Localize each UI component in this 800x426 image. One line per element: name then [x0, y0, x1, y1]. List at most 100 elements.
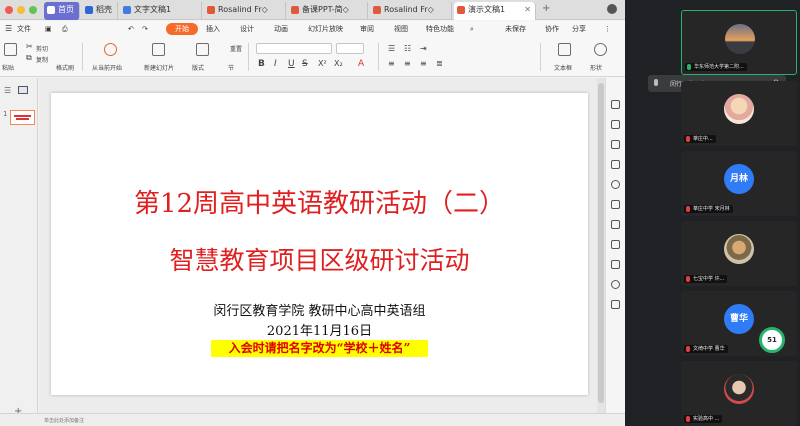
- collaborate-button[interactable]: 协作: [545, 23, 559, 35]
- expand-icon[interactable]: [611, 300, 620, 309]
- unsaved-status[interactable]: 未保存: [505, 23, 526, 35]
- menu-animation[interactable]: 动画: [274, 23, 288, 35]
- textbox-label[interactable]: 文本框: [554, 63, 572, 72]
- ppt-doc-icon: [457, 6, 465, 14]
- bullets-icon[interactable]: ☰: [388, 44, 395, 53]
- comment-icon[interactable]: [611, 200, 620, 209]
- tab-document[interactable]: 文字文稿1: [120, 2, 202, 20]
- notes-placeholder[interactable]: 单击此处添加备注: [44, 417, 84, 424]
- tab-rosalind-2[interactable]: Rosalind Fr◇: [370, 2, 452, 20]
- transition-icon[interactable]: [611, 260, 620, 269]
- superscript-icon[interactable]: X²: [318, 59, 327, 68]
- scrollbar-thumb[interactable]: [598, 83, 604, 403]
- start-from-current-label[interactable]: 从当前开始: [92, 63, 122, 72]
- menu-start[interactable]: 开始: [166, 23, 198, 35]
- hamburger-menu-icon[interactable]: ☰: [5, 23, 12, 35]
- ribbon-toolbar: 粘贴 ✂ 剪切 ⧉ 复制 格式刷 从当前开始 新建幻灯片 版式 节 重置 B I…: [0, 37, 625, 77]
- avatar-icon[interactable]: [607, 4, 617, 14]
- participant-tile[interactable]: 月林 莘庄中学 宋月林: [681, 151, 797, 216]
- shape-style-icon[interactable]: [611, 140, 620, 149]
- slide-date[interactable]: 2021年11月16日: [51, 320, 588, 339]
- tab-home[interactable]: 首页: [44, 2, 80, 20]
- menu-design[interactable]: 设计: [240, 23, 254, 35]
- word-doc-icon: [123, 6, 131, 14]
- copy-icon[interactable]: ⧉: [26, 53, 32, 63]
- search-icon[interactable]: ⌕: [470, 23, 474, 35]
- menu-features[interactable]: 特色功能: [426, 23, 454, 35]
- format-painter-label[interactable]: 格式刷: [56, 63, 74, 72]
- slide[interactable]: 第12周高中英语教研活动（二） 智慧教育项目区级研讨活动 闵行区教育学院 教研中…: [51, 93, 588, 395]
- paste-label: 粘贴: [2, 65, 15, 72]
- vertical-scrollbar[interactable]: [597, 78, 605, 413]
- copy-label[interactable]: 复制: [36, 55, 48, 64]
- layout-label[interactable]: 版式: [192, 63, 204, 72]
- cut-label[interactable]: 剪切: [36, 44, 48, 53]
- tab-rosalind-1[interactable]: Rosalind Fr◇: [204, 2, 286, 20]
- slide-organization[interactable]: 闵行区教育学院 教研中心高中英语组: [51, 300, 588, 319]
- font-color-icon[interactable]: A: [358, 59, 364, 69]
- cut-icon[interactable]: ✂: [26, 42, 33, 51]
- participant-tile[interactable]: 实验高中 ...: [681, 361, 797, 426]
- reset-label[interactable]: 重置: [230, 44, 242, 53]
- play-icon[interactable]: [104, 43, 117, 56]
- menu-view[interactable]: 视图: [394, 23, 408, 35]
- subscript-icon[interactable]: X₂: [334, 59, 343, 68]
- close-tab-icon[interactable]: ✕: [524, 2, 531, 18]
- justify-icon[interactable]: ≣: [436, 59, 443, 68]
- new-tab-icon[interactable]: +: [542, 3, 550, 14]
- avatar: [724, 374, 754, 404]
- font-family-select[interactable]: [256, 43, 332, 54]
- font-size-select[interactable]: [336, 43, 364, 54]
- properties-icon[interactable]: [611, 100, 620, 109]
- shape-icon[interactable]: [594, 43, 607, 56]
- shape-label[interactable]: 形状: [590, 63, 602, 72]
- more-icon[interactable]: ⋮: [604, 23, 611, 35]
- new-slide-icon[interactable]: [152, 43, 165, 56]
- thumbnail-view-icon[interactable]: [18, 86, 28, 94]
- close-window-button[interactable]: [5, 6, 13, 14]
- section-label[interactable]: 节: [228, 63, 234, 72]
- align-right-icon[interactable]: ≡: [420, 59, 427, 68]
- tab-presentation[interactable]: 演示文稿1 ✕: [454, 2, 536, 20]
- tab-lesson-ppt[interactable]: 备课PPT-简◇: [288, 2, 368, 20]
- select-icon[interactable]: [611, 120, 620, 129]
- textbox-icon[interactable]: [558, 43, 571, 56]
- tab-docer[interactable]: 稻壳: [82, 2, 118, 20]
- share-button[interactable]: 分享: [572, 23, 586, 35]
- underline-icon[interactable]: U: [288, 59, 295, 69]
- slide-thumbnail[interactable]: [10, 110, 35, 125]
- menu-insert[interactable]: 插入: [206, 23, 220, 35]
- save-icon[interactable]: ▣: [45, 23, 52, 35]
- align-left-icon[interactable]: ≡: [388, 59, 395, 68]
- bold-icon[interactable]: B: [258, 59, 265, 69]
- align-center-icon[interactable]: ≡: [404, 59, 411, 68]
- minimize-window-button[interactable]: [17, 6, 25, 14]
- menu-file[interactable]: 文件: [17, 23, 31, 35]
- indent-icon[interactable]: ⇥: [420, 44, 427, 53]
- italic-icon[interactable]: I: [274, 59, 277, 69]
- participant-tile[interactable]: 莘庄中...: [681, 81, 797, 146]
- outline-view-icon[interactable]: ☰: [4, 86, 11, 95]
- paste-icon[interactable]: [4, 43, 17, 56]
- settings-icon[interactable]: [611, 240, 620, 249]
- undo-icon[interactable]: ↶: [128, 23, 134, 35]
- participant-tile[interactable]: 七宝中学 许...: [681, 221, 797, 286]
- menu-review[interactable]: 审阅: [360, 23, 374, 35]
- transform-icon[interactable]: [611, 160, 620, 169]
- pin-icon[interactable]: [611, 220, 620, 229]
- slide-subtitle[interactable]: 智慧教育项目区级研讨活动: [51, 241, 588, 277]
- redo-icon[interactable]: ↷: [142, 23, 148, 35]
- participant-name: 七宝中学 许...: [684, 275, 728, 283]
- strikethrough-icon[interactable]: S: [302, 59, 308, 69]
- maximize-window-button[interactable]: [29, 6, 37, 14]
- menu-slideshow[interactable]: 幻灯片放映: [308, 23, 343, 35]
- new-slide-label[interactable]: 新建幻灯片: [144, 63, 174, 72]
- participant-tile[interactable]: 华东师范大学第二附...: [681, 10, 797, 75]
- print-icon[interactable]: ⎙: [62, 23, 68, 35]
- slide-title[interactable]: 第12周高中英语教研活动（二）: [51, 183, 588, 220]
- numbering-icon[interactable]: ☷: [404, 44, 411, 53]
- layout-icon[interactable]: [196, 43, 209, 56]
- history-icon[interactable]: [611, 280, 620, 289]
- slide-notice[interactable]: 入会时请把名字改为“学校＋姓名”: [211, 340, 428, 357]
- animation-icon[interactable]: [611, 180, 620, 189]
